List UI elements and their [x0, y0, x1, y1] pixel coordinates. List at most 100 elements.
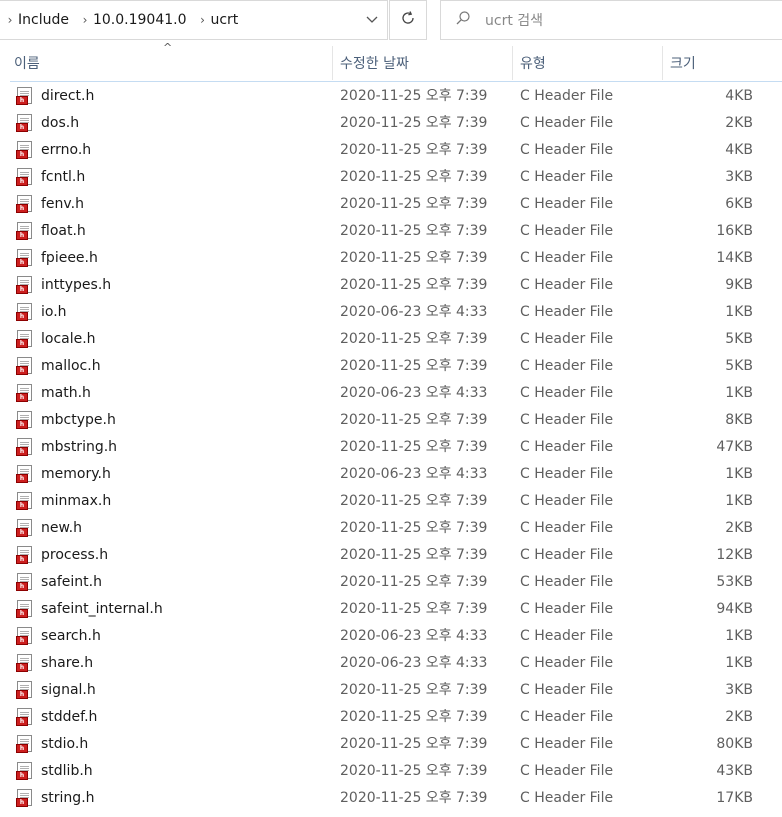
- file-type: C Header File: [520, 412, 614, 428]
- c-header-file-icon: h: [16, 222, 34, 240]
- file-row[interactable]: h process.h 2020-11-25 오후 7:39 C Header Fil…: [0, 542, 782, 569]
- file-row[interactable]: h direct.h 2020-11-25 오후 7:39 C Header File…: [0, 83, 782, 110]
- file-date: 2020-06-23 오후 4:33: [340, 304, 488, 320]
- file-row[interactable]: h dos.h 2020-11-25 오후 7:39 C Header File 2KB: [0, 110, 782, 137]
- search-box[interactable]: ucrt 검색: [440, 0, 782, 40]
- file-name[interactable]: float.h: [41, 218, 86, 245]
- file-row[interactable]: h float.h 2020-11-25 오후 7:39 C Header File 1…: [0, 218, 782, 245]
- file-date: 2020-11-25 오후 7:39: [340, 790, 488, 806]
- file-size: 1KB: [725, 655, 753, 671]
- file-type: C Header File: [520, 682, 614, 698]
- column-type-label: 유형: [520, 56, 546, 72]
- file-name[interactable]: share.h: [41, 650, 93, 677]
- file-row[interactable]: h stddef.h 2020-11-25 오후 7:39 C Header File…: [0, 704, 782, 731]
- file-name[interactable]: search.h: [41, 623, 101, 650]
- file-row[interactable]: h stdlib.h 2020-11-25 오후 7:39 C Header File…: [0, 758, 782, 785]
- c-header-file-icon: h: [16, 708, 34, 726]
- refresh-icon: [400, 10, 416, 31]
- file-name[interactable]: dos.h: [41, 110, 79, 137]
- file-type: C Header File: [520, 385, 614, 401]
- file-row[interactable]: h new.h 2020-11-25 오후 7:39 C Header File 2KB: [0, 515, 782, 542]
- file-size: 94KB: [716, 601, 753, 617]
- file-name[interactable]: minmax.h: [41, 488, 111, 515]
- file-row[interactable]: h errno.h 2020-11-25 오후 7:39 C Header File 4…: [0, 137, 782, 164]
- column-date[interactable]: 수정한 날짜: [333, 46, 513, 80]
- file-row[interactable]: h mbctype.h 2020-11-25 오후 7:39 C Header Fil…: [0, 407, 782, 434]
- file-type: C Header File: [520, 196, 614, 212]
- file-row[interactable]: h locale.h 2020-11-25 오후 7:39 C Header File…: [0, 326, 782, 353]
- file-date: 2020-11-25 오후 7:39: [340, 196, 488, 212]
- chevron-right-icon[interactable]: ›: [195, 13, 209, 27]
- file-row[interactable]: h fenv.h 2020-11-25 오후 7:39 C Header File 6K…: [0, 191, 782, 218]
- file-name[interactable]: inttypes.h: [41, 272, 111, 299]
- file-row[interactable]: h minmax.h 2020-11-25 오후 7:39 C Header File…: [0, 488, 782, 515]
- column-size[interactable]: 크기: [663, 46, 782, 80]
- file-row[interactable]: h safeint_internal.h 2020-11-25 오후 7:39 C H…: [0, 596, 782, 623]
- file-name[interactable]: new.h: [41, 515, 82, 542]
- header-divider: [10, 81, 782, 82]
- file-name[interactable]: math.h: [41, 380, 91, 407]
- file-row[interactable]: h io.h 2020-06-23 오후 4:33 C Header File 1KB: [0, 299, 782, 326]
- file-name[interactable]: safeint_internal.h: [41, 596, 163, 623]
- file-date: 2020-11-25 오후 7:39: [340, 142, 488, 158]
- file-row[interactable]: h mbstring.h 2020-11-25 오후 7:39 C Header Fi…: [0, 434, 782, 461]
- file-row[interactable]: h fpieee.h 2020-11-25 오후 7:39 C Header File…: [0, 245, 782, 272]
- file-name[interactable]: stdlib.h: [41, 758, 93, 785]
- chevron-right-icon[interactable]: ›: [78, 13, 92, 27]
- file-type: C Header File: [520, 547, 614, 563]
- file-name[interactable]: fpieee.h: [41, 245, 98, 272]
- file-name[interactable]: memory.h: [41, 461, 111, 488]
- file-type: C Header File: [520, 439, 614, 455]
- file-name[interactable]: safeint.h: [41, 569, 102, 596]
- file-name[interactable]: locale.h: [41, 326, 96, 353]
- file-name[interactable]: fcntl.h: [41, 164, 85, 191]
- file-name[interactable]: errno.h: [41, 137, 91, 164]
- file-date: 2020-06-23 오후 4:33: [340, 385, 488, 401]
- file-name[interactable]: stdio.h: [41, 731, 88, 758]
- c-header-file-icon: h: [16, 762, 34, 780]
- file-row[interactable]: h signal.h 2020-11-25 오후 7:39 C Header File…: [0, 677, 782, 704]
- file-size: 6KB: [725, 196, 753, 212]
- breadcrumb-item-ucrt[interactable]: ucrt: [209, 12, 244, 28]
- file-size: 1KB: [725, 466, 753, 482]
- file-row[interactable]: h search.h 2020-06-23 오후 4:33 C Header File…: [0, 623, 782, 650]
- file-row[interactable]: h fcntl.h 2020-11-25 오후 7:39 C Header File 3…: [0, 164, 782, 191]
- file-name[interactable]: stddef.h: [41, 704, 97, 731]
- file-row[interactable]: h math.h 2020-06-23 오후 4:33 C Header File 1K…: [0, 380, 782, 407]
- breadcrumb-item-version[interactable]: 10.0.19041.0: [92, 12, 193, 28]
- file-name[interactable]: mbstring.h: [41, 434, 117, 461]
- file-row[interactable]: h stdio.h 2020-11-25 오후 7:39 C Header File 8…: [0, 731, 782, 758]
- file-name[interactable]: string.h: [41, 785, 95, 812]
- file-name[interactable]: malloc.h: [41, 353, 101, 380]
- c-header-file-icon: h: [16, 357, 34, 375]
- file-name[interactable]: signal.h: [41, 677, 96, 704]
- file-row[interactable]: h safeint.h 2020-11-25 오후 7:39 C Header Fil…: [0, 569, 782, 596]
- file-row[interactable]: h inttypes.h 2020-11-25 오후 7:39 C Header Fi…: [0, 272, 782, 299]
- refresh-button[interactable]: [389, 0, 427, 40]
- chevron-down-icon[interactable]: [357, 1, 387, 39]
- address-bar[interactable]: › Include › 10.0.19041.0 › ucrt: [0, 0, 388, 40]
- file-row[interactable]: h share.h 2020-06-23 오후 4:33 C Header File 1…: [0, 650, 782, 677]
- file-name[interactable]: fenv.h: [41, 191, 84, 218]
- file-date: 2020-11-25 오후 7:39: [340, 493, 488, 509]
- file-date: 2020-11-25 오후 7:39: [340, 601, 488, 617]
- column-type[interactable]: 유형: [513, 46, 663, 80]
- file-name[interactable]: mbctype.h: [41, 407, 116, 434]
- file-type: C Header File: [520, 736, 614, 752]
- file-row[interactable]: h string.h 2020-11-25 오후 7:39 C Header File…: [0, 785, 782, 812]
- column-name[interactable]: 이름: [0, 46, 333, 80]
- c-header-file-icon: h: [16, 546, 34, 564]
- file-size: 1KB: [725, 493, 753, 509]
- breadcrumb-item-include[interactable]: Include: [17, 12, 75, 28]
- file-name[interactable]: direct.h: [41, 83, 94, 110]
- search-input[interactable]: ucrt 검색: [485, 10, 543, 30]
- file-row[interactable]: h memory.h 2020-06-23 오후 4:33 C Header File…: [0, 461, 782, 488]
- file-name[interactable]: process.h: [41, 542, 108, 569]
- file-date: 2020-11-25 오후 7:39: [340, 331, 488, 347]
- chevron-right-icon[interactable]: ›: [3, 13, 17, 27]
- c-header-file-icon: h: [16, 438, 34, 456]
- file-row[interactable]: h malloc.h 2020-11-25 오후 7:39 C Header File…: [0, 353, 782, 380]
- file-type: C Header File: [520, 358, 614, 374]
- file-name[interactable]: io.h: [41, 299, 67, 326]
- c-header-file-icon: h: [16, 735, 34, 753]
